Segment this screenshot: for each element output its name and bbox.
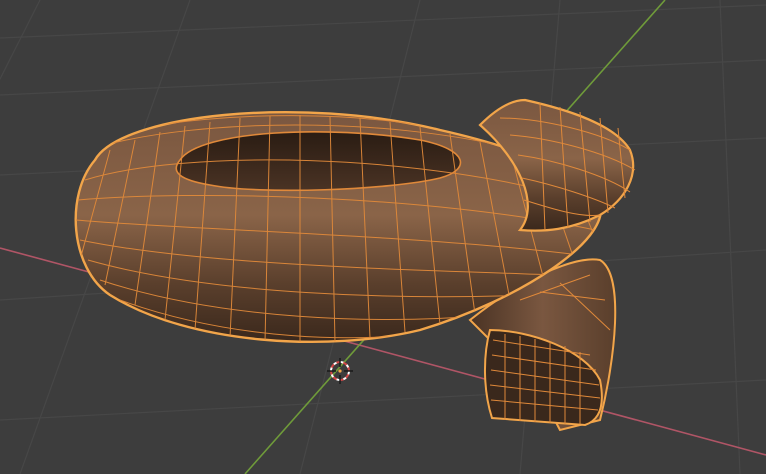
3d-cursor-icon[interactable] xyxy=(327,358,353,384)
3d-viewport[interactable] xyxy=(0,0,766,474)
